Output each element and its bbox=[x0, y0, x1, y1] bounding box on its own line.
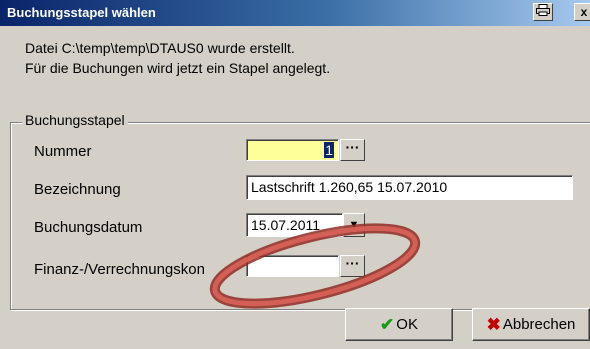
checkmark-icon: ✔ bbox=[380, 314, 395, 334]
clearing-account-label: Finanz-/Verrechnungskon bbox=[34, 261, 205, 278]
status-message-line1: Datei C:\temp\temp\DTAUS0 wurde erstellt… bbox=[25, 40, 295, 56]
number-label: Nummer bbox=[34, 143, 92, 160]
description-field[interactable]: Lastschrift 1.260,65 15.07.2010 bbox=[246, 175, 573, 200]
close-icon: x bbox=[580, 5, 588, 19]
cancel-button[interactable]: ✖ Abbrechen bbox=[472, 308, 590, 341]
window-title: Buchungsstapel wählen bbox=[7, 5, 156, 20]
ok-button[interactable]: ✔ OK bbox=[345, 308, 453, 341]
booking-date-field[interactable]: 15.07.2011 bbox=[246, 213, 343, 237]
ok-button-label: OK bbox=[396, 316, 418, 333]
group-title: Buchungsstapel bbox=[22, 112, 128, 128]
chevron-down-icon: ▼ bbox=[348, 219, 360, 231]
description-label: Bezeichnung bbox=[34, 181, 121, 198]
number-value: 1 bbox=[324, 142, 334, 158]
dialog-window: Buchungsstapel wählen x Datei C:\temp\te… bbox=[0, 0, 590, 349]
number-lookup-button[interactable]: ··· bbox=[340, 139, 365, 161]
title-bar[interactable]: Buchungsstapel wählen x bbox=[0, 0, 590, 26]
clearing-account-field[interactable] bbox=[246, 255, 339, 277]
booking-date-label: Buchungsdatum bbox=[34, 219, 143, 236]
cancel-button-label: Abbrechen bbox=[502, 316, 576, 333]
number-field[interactable]: 1 bbox=[246, 139, 339, 161]
status-message-line2: Für die Buchungen wird jetzt ein Stapel … bbox=[25, 60, 331, 76]
close-button[interactable]: x bbox=[574, 3, 590, 21]
cross-icon: ✖ bbox=[486, 314, 501, 334]
clearing-account-lookup-button[interactable]: ··· bbox=[340, 255, 365, 277]
printer-icon[interactable] bbox=[533, 3, 553, 21]
booking-date-dropdown-button[interactable]: ▼ bbox=[343, 213, 365, 237]
